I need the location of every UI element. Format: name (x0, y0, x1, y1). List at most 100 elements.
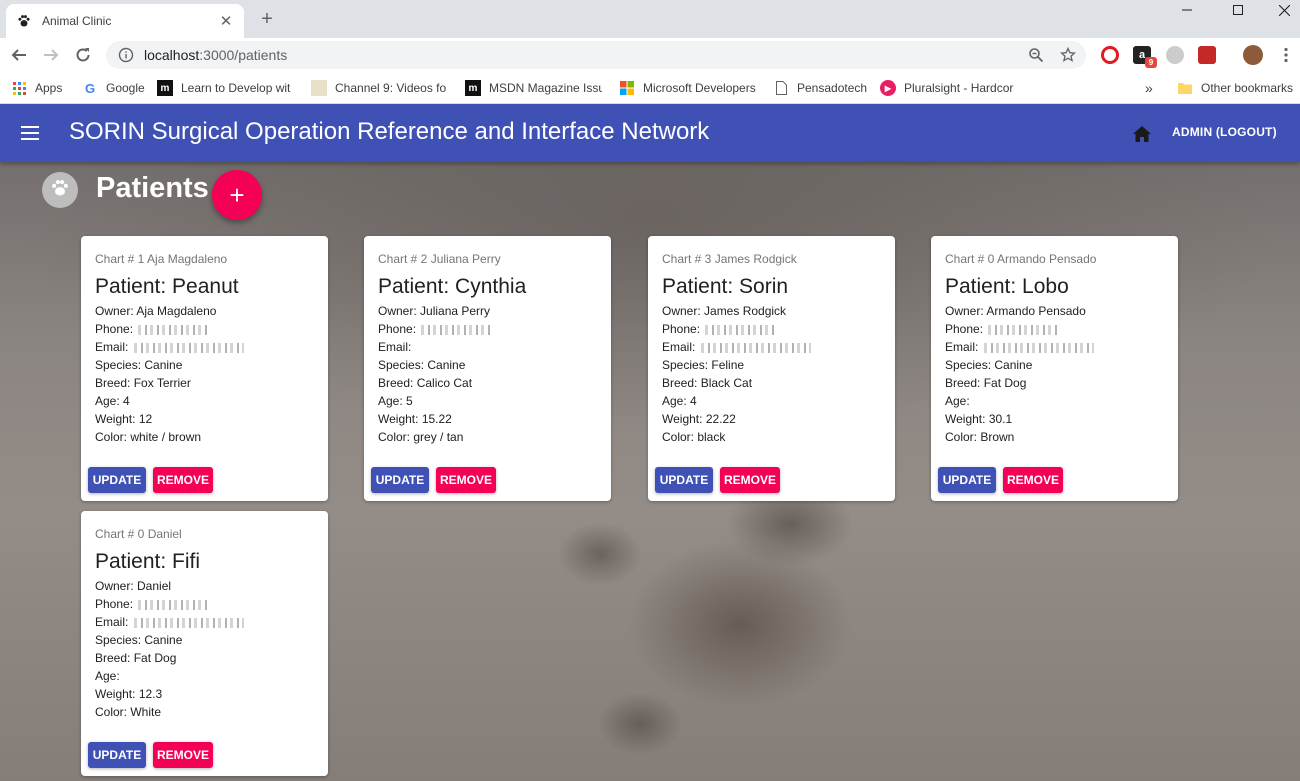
species-field: Species: Canine (95, 633, 183, 647)
species-field: Species: Feline (662, 358, 745, 372)
remove-button[interactable]: REMOVE (436, 467, 496, 493)
patient-card: Chart # 3 James Rodgick Patient: Sorin O… (648, 236, 895, 501)
extension-badge: 9 (1145, 57, 1157, 68)
breed-field: Breed: Fat Dog (95, 651, 177, 665)
bookmark-label: MSDN Magazine Issu (489, 81, 602, 95)
bookmark-label: Learn to Develop wit (181, 81, 291, 95)
maximize-window-icon[interactable] (1215, 0, 1261, 20)
chart-number: Chart # 2 Juliana Perry (378, 252, 501, 266)
update-button[interactable]: UPDATE (88, 467, 146, 493)
bookmark-label: Apps (35, 81, 63, 95)
redacted-value (138, 324, 209, 335)
age-field: Age: (945, 394, 970, 408)
bookmark-msdn-magazine[interactable]: m MSDN Magazine Issu (465, 79, 602, 97)
update-button[interactable]: UPDATE (938, 467, 996, 493)
pluralsight-icon: ▶ (880, 80, 896, 96)
address-bar[interactable]: localhost:3000/patients (106, 41, 1086, 69)
patient-name: Patient: Sorin (662, 275, 789, 298)
minimize-window-icon[interactable] (1164, 0, 1210, 20)
patient-name: Patient: Fifi (95, 550, 201, 573)
patient-card: Chart # 0 Armando Pensado Patient: Lobo … (931, 236, 1178, 501)
patient-card: Chart # 2 Juliana Perry Patient: Cynthia… (364, 236, 611, 501)
back-arrow-icon[interactable] (7, 43, 31, 67)
browser-menu-icon[interactable] (1276, 45, 1296, 65)
remove-button[interactable]: REMOVE (720, 467, 780, 493)
bookmarks-overflow[interactable]: » (1145, 79, 1153, 97)
breed-field: Breed: Fat Dog (945, 376, 1027, 390)
color-field: Color: White (95, 705, 162, 719)
update-button[interactable]: UPDATE (655, 467, 713, 493)
weight-field: Weight: 12.3 (95, 687, 163, 701)
channel9-icon (311, 80, 327, 96)
bookmark-microsoft-developers[interactable]: Microsoft Developers (619, 79, 756, 97)
bookmark-star-icon[interactable] (1058, 45, 1078, 65)
patient-name: Patient: Peanut (95, 275, 239, 298)
owner-field: Owner: Juliana Perry (378, 304, 491, 318)
bookmark-learn-to-develop[interactable]: m Learn to Develop wit (157, 79, 295, 97)
phone-field: Phone: (945, 320, 1094, 338)
bookmark-pluralsight[interactable]: ▶ Pluralsight - Hardcor (880, 79, 1018, 97)
forward-arrow-icon[interactable] (39, 43, 63, 67)
phone-field: Phone: (95, 320, 244, 338)
profile-avatar[interactable] (1243, 45, 1263, 65)
bookmark-channel9[interactable]: Channel 9: Videos fo (311, 79, 449, 97)
tab-title: Animal Clinic (42, 14, 112, 28)
bookmark-google[interactable]: G Google (82, 79, 145, 97)
age-field: Age: 4 (662, 394, 697, 408)
browser-tab-active[interactable]: Animal Clinic ✕ (6, 4, 244, 38)
breed-field: Breed: Black Cat (662, 376, 753, 390)
reload-icon[interactable] (71, 43, 95, 67)
home-icon[interactable] (1130, 122, 1154, 146)
red-extension-icon[interactable] (1198, 46, 1216, 64)
circle-extension-icon[interactable] (1166, 46, 1184, 64)
phone-field: Phone: (662, 320, 811, 338)
hamburger-menu-icon[interactable] (18, 121, 42, 145)
zoom-icon[interactable] (1026, 45, 1046, 65)
url-path: :3000/patients (199, 47, 288, 63)
chart-number: Chart # 3 James Rodgick (662, 252, 797, 266)
bookmarks-bar: Apps G Google m Learn to Develop wit Cha… (0, 72, 1300, 104)
phone-field: Phone: (95, 595, 244, 613)
redacted-value (133, 342, 244, 353)
close-window-icon[interactable] (1261, 0, 1300, 20)
paw-favicon-icon (16, 13, 32, 29)
redacted-value (133, 617, 244, 628)
app-title: SORIN Surgical Operation Reference and I… (69, 118, 710, 145)
redacted-value (705, 324, 776, 335)
add-patient-button[interactable]: + (212, 170, 262, 220)
weight-field: Weight: 12 (95, 412, 153, 426)
age-field: Age: (95, 669, 120, 683)
remove-button[interactable]: REMOVE (153, 467, 213, 493)
app-bar: SORIN Surgical Operation Reference and I… (0, 104, 1300, 162)
color-field: Color: white / brown (95, 430, 202, 444)
email-field: Email: (945, 338, 1094, 356)
site-info-icon[interactable] (118, 47, 134, 63)
page-viewport: SORIN Surgical Operation Reference and I… (0, 104, 1300, 781)
microsoft-icon (619, 80, 635, 96)
redacted-value (138, 599, 209, 610)
bookmark-other-bookmarks[interactable]: Other bookmarks (1177, 79, 1293, 97)
url-host: localhost (144, 47, 200, 63)
weight-field: Weight: 30.1 (945, 412, 1013, 426)
bookmark-apps[interactable]: Apps (11, 79, 62, 97)
update-button[interactable]: UPDATE (88, 742, 146, 768)
opera-extension-icon[interactable] (1101, 46, 1119, 64)
bookmark-label: Other bookmarks (1201, 81, 1294, 95)
chart-number: Chart # 1 Aja Magdaleno (95, 252, 228, 266)
remove-button[interactable]: REMOVE (1003, 467, 1063, 493)
weight-field: Weight: 15.22 (378, 412, 452, 426)
email-field: Email: (95, 338, 244, 356)
bookmark-label: Microsoft Developers (643, 81, 756, 95)
m-logo-icon: m (157, 80, 173, 96)
chart-number: Chart # 0 Daniel (95, 527, 182, 541)
owner-field: Owner: Armando Pensado (945, 304, 1086, 318)
bookmark-pensadotech[interactable]: Pensadotech (773, 79, 867, 97)
new-tab-button[interactable]: + (256, 8, 278, 30)
remove-button[interactable]: REMOVE (153, 742, 213, 768)
tab-close-icon[interactable]: ✕ (218, 12, 234, 30)
update-button[interactable]: UPDATE (371, 467, 429, 493)
m-logo-icon: m (465, 80, 481, 96)
bookmark-label: Channel 9: Videos fo (335, 81, 447, 95)
logout-button[interactable]: ADMIN (LOGOUT) (1172, 125, 1277, 139)
breed-field: Breed: Calico Cat (378, 376, 473, 390)
